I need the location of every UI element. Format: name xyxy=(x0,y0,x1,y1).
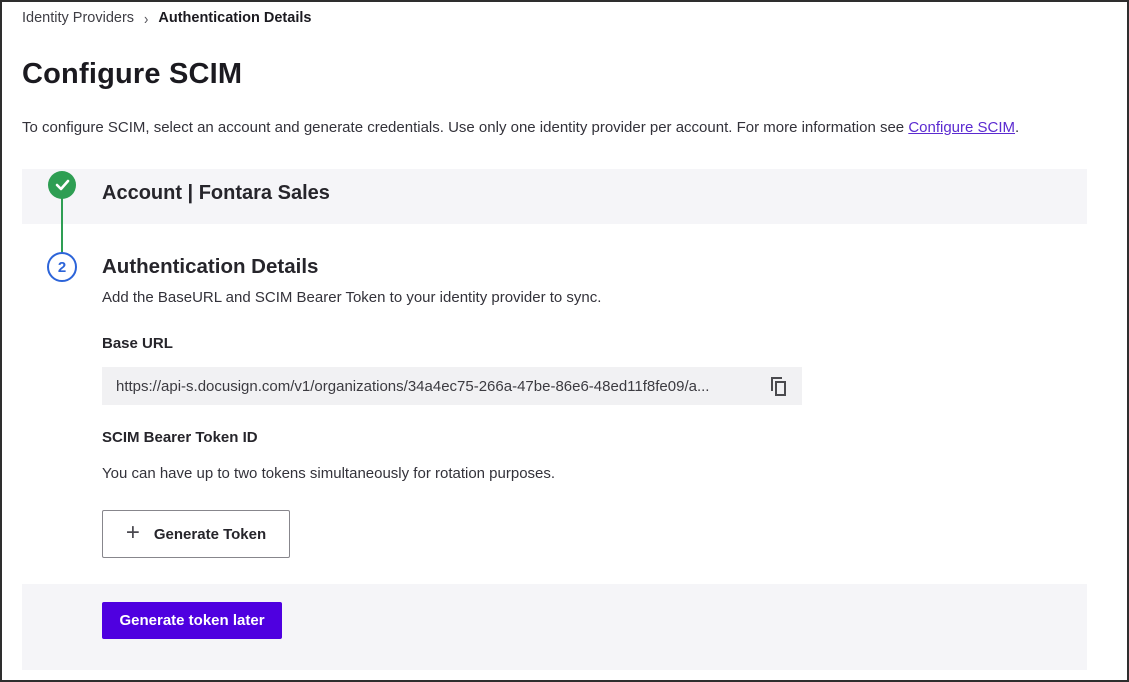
chevron-right-icon: › xyxy=(144,9,148,27)
copy-button[interactable] xyxy=(767,374,790,399)
intro-prefix: To configure SCIM, select an account and… xyxy=(22,119,908,136)
scim-token-help-text: You can have up to two tokens simultaneo… xyxy=(102,465,555,482)
intro-suffix: . xyxy=(1015,119,1019,136)
intro-text: To configure SCIM, select an account and… xyxy=(22,118,1092,138)
step-connector-line xyxy=(61,198,63,254)
scim-token-label: SCIM Bearer Token ID xyxy=(102,429,258,446)
generate-token-button[interactable]: + Generate Token xyxy=(102,510,290,558)
step2-number: 2 xyxy=(58,259,66,276)
step2-subtitle: Add the BaseURL and SCIM Bearer Token to… xyxy=(102,289,601,306)
base-url-label: Base URL xyxy=(102,335,173,352)
breadcrumb-authentication-details: Authentication Details xyxy=(158,10,311,26)
step1-title: Account | Fontara Sales xyxy=(102,182,330,205)
breadcrumb-identity-providers[interactable]: Identity Providers xyxy=(22,10,134,26)
breadcrumb: Identity Providers › Authentication Deta… xyxy=(22,10,311,26)
generate-token-label: Generate Token xyxy=(154,526,266,543)
base-url-value: https://api-s.docusign.com/v1/organizati… xyxy=(116,378,767,395)
step2-number-badge: 2 xyxy=(47,252,77,282)
checkmark-icon xyxy=(55,179,70,191)
step2-title: Authentication Details xyxy=(102,255,318,279)
configure-scim-link[interactable]: Configure SCIM xyxy=(908,119,1015,136)
plus-icon: + xyxy=(126,521,140,545)
generate-token-later-button[interactable]: Generate token later xyxy=(102,602,282,639)
step1-complete-check-icon xyxy=(48,171,76,199)
page-title: Configure SCIM xyxy=(22,58,242,91)
base-url-field[interactable]: https://api-s.docusign.com/v1/organizati… xyxy=(102,367,802,405)
copy-icon xyxy=(769,376,788,397)
configure-scim-page: Identity Providers › Authentication Deta… xyxy=(0,0,1129,682)
